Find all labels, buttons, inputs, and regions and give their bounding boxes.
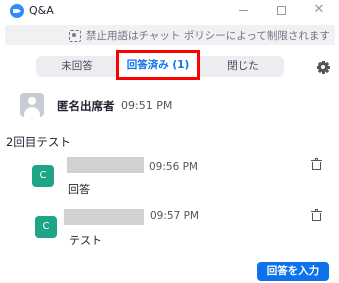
zoom-logo-icon (10, 4, 24, 18)
trash-icon[interactable] (311, 158, 322, 170)
answer-avatar: C (32, 165, 54, 187)
answer-avatar: C (35, 216, 57, 238)
answer-time: 09:57 PM (150, 210, 199, 222)
question-author: 匿名出席者 (57, 99, 115, 113)
tab-unanswered[interactable]: 未回答 (36, 56, 118, 77)
close-button[interactable]: ✕ (312, 3, 326, 17)
window-title: Q&A (29, 4, 54, 17)
redacted-answerer-name (67, 157, 144, 173)
trash-icon[interactable] (311, 209, 322, 221)
tab-closed[interactable]: 閉じた (202, 56, 284, 77)
question-time: 09:51 PM (121, 99, 173, 112)
policy-text: 禁止用語はチャット ポリシーによって制限されます (86, 30, 330, 42)
minimize-button[interactable] (237, 3, 251, 17)
title-bar: Q&A ✕ (0, 0, 339, 22)
type-answer-button[interactable]: 回答を入力 (257, 262, 329, 281)
policy-shield-icon (69, 30, 81, 42)
anonymous-avatar-icon (20, 93, 44, 117)
maximize-button[interactable] (275, 3, 289, 17)
question-text: 2回目テスト (6, 135, 71, 149)
answer-time: 09:56 PM (149, 161, 198, 173)
answer-text: テスト (69, 234, 102, 247)
redacted-answerer-name (64, 209, 144, 225)
policy-notice: 禁止用語はチャット ポリシーによって制限されます (5, 25, 335, 45)
tab-answered[interactable]: 回答済み (1) (116, 50, 200, 80)
answer-text: 回答 (68, 183, 90, 196)
gear-icon[interactable] (316, 60, 330, 74)
